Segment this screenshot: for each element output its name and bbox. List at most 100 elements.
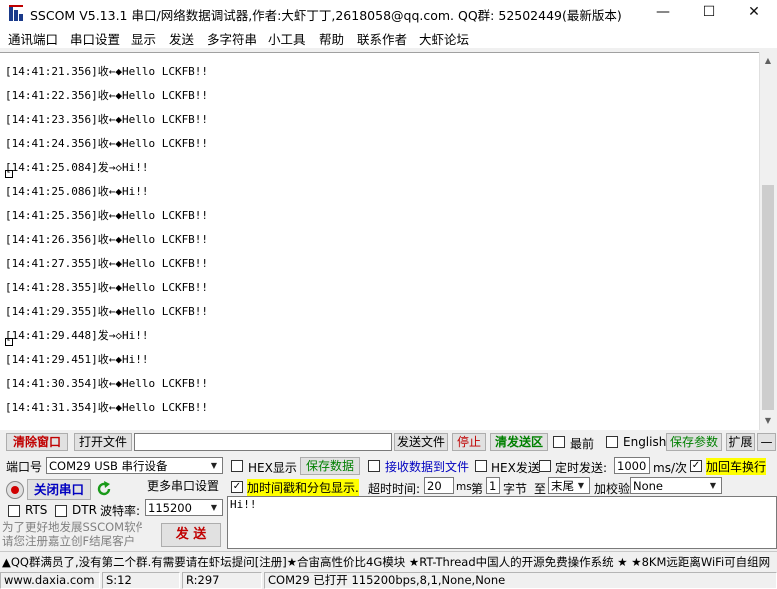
title-bar[interactable]: SSCOM V5.13.1 串口/网络数据调试器,作者:大虾丁丁,2618058… <box>0 0 777 26</box>
add-crlf-label: 加回车换行 <box>706 458 767 475</box>
checksum-select[interactable]: None ▼ <box>630 477 722 494</box>
byte-prefix-label: 第 <box>471 482 484 496</box>
baud-label: 波特率: <box>100 504 141 518</box>
menu-contact-author[interactable]: 联系作者 <box>357 29 407 48</box>
minimize-button[interactable]: — <box>640 0 686 26</box>
timed-send-checkbox[interactable] <box>539 460 551 472</box>
topmost-checkbox[interactable] <box>553 436 565 448</box>
register-promo[interactable]: 为了更好地发展SSCOM软件 请您注册嘉立创F结尾客户 <box>2 520 142 548</box>
timestamp-checkbox[interactable]: ✓ <box>231 481 243 493</box>
english-label: English <box>623 435 667 449</box>
maximize-button[interactable]: ☐ <box>686 0 732 26</box>
open-file-button[interactable]: 打开文件 <box>74 433 132 451</box>
send-text-input[interactable]: Hi!! <box>227 496 777 549</box>
dtr-label: DTR <box>72 503 97 517</box>
stop-button[interactable]: 停止 <box>452 433 486 451</box>
newline-box-icon <box>5 338 13 346</box>
timestamp-label: 加时间戳和分包显示. <box>247 479 359 496</box>
promo-line-1: 为了更好地发展SSCOM软件 <box>2 520 142 534</box>
port-select[interactable]: COM29 USB 串行设备 ▼ <box>46 457 223 474</box>
log-line: [14:41:22.356]收←◆Hello LCKFB!! <box>5 89 209 102</box>
received-count: R:297 <box>182 572 262 589</box>
chevron-down-icon: ▼ <box>210 503 218 512</box>
recv-to-file-label: 接收数据到文件 <box>385 460 470 474</box>
menu-tools[interactable]: 小工具 <box>268 29 306 48</box>
chevron-down-icon: ▼ <box>709 481 717 490</box>
timed-interval-input[interactable]: 1000 <box>614 457 650 474</box>
timeout-input[interactable]: 20 <box>424 477 454 494</box>
close-window-button[interactable]: ✕ <box>731 0 777 26</box>
hex-display-checkbox[interactable] <box>231 460 243 472</box>
send-file-button[interactable]: 发送文件 <box>394 433 448 451</box>
promo-line-2: 请您注册嘉立创F结尾客户 <box>2 534 136 548</box>
window-title: SSCOM V5.13.1 串口/网络数据调试器,作者:大虾丁丁,2618058… <box>30 8 622 23</box>
log-line: [14:41:25.084]发→◇Hi!! <box>5 161 149 174</box>
log-line: [14:41:21.356]收←◆Hello LCKFB!! <box>5 65 209 78</box>
log-line: [14:41:25.086]收←◆Hi!! <box>5 185 149 198</box>
port-status-indicator <box>6 481 24 499</box>
more-serial-settings-button[interactable]: 更多串口设置 <box>144 477 222 495</box>
end-select[interactable]: 末尾 ▼ <box>548 477 590 494</box>
to-label: 至 <box>534 482 547 496</box>
checksum-value: None <box>633 479 664 493</box>
byte-label: 字节 <box>503 482 528 496</box>
timeout-unit-label: ms <box>456 481 472 493</box>
receive-log[interactable]: [14:41:21.356]收←◆Hello LCKFB!! [14:41:22.… <box>0 52 759 430</box>
chevron-down-icon: ▼ <box>577 481 585 490</box>
timeout-label: 超时时间: <box>368 482 421 496</box>
save-params-button[interactable]: 保存参数 <box>666 433 722 451</box>
log-line: [14:41:29.448]发→◇Hi!! <box>5 329 149 342</box>
scroll-up-icon[interactable]: ▲ <box>759 56 777 65</box>
menu-display[interactable]: 显示 <box>131 29 156 48</box>
collapse-button[interactable]: — <box>757 433 776 451</box>
menu-forum[interactable]: 大虾论坛 <box>419 29 469 48</box>
red-dot-icon <box>11 486 19 494</box>
topmost-label: 最前 <box>570 437 595 451</box>
log-line: [14:41:26.356]收←◆Hello LCKFB!! <box>5 233 209 246</box>
log-line: [14:41:25.356]收←◆Hello LCKFB!! <box>5 209 209 222</box>
rts-checkbox[interactable] <box>8 505 20 517</box>
website-link[interactable]: www.daxia.com <box>0 572 100 589</box>
menu-comm-port[interactable]: 通讯端口 <box>8 29 58 48</box>
hex-send-checkbox[interactable] <box>475 460 487 472</box>
sent-count: S:12 <box>102 572 180 589</box>
news-ticker[interactable]: ▲QQ群满员了,没有第二个群.有需要请在虾坛提问[注册]★合宙高性价比4G模块 … <box>0 551 777 569</box>
menu-bar: 通讯端口 串口设置 显示 发送 多字符串 小工具 帮助 联系作者 大虾论坛 <box>0 26 777 48</box>
chevron-down-icon: ▼ <box>210 461 218 470</box>
clear-send-button[interactable]: 清发送区 <box>490 433 548 451</box>
baud-value: 115200 <box>148 501 192 515</box>
baud-select[interactable]: 115200 ▼ <box>145 499 223 516</box>
byte-index-input[interactable]: 1 <box>486 477 500 494</box>
menu-help[interactable]: 帮助 <box>319 29 344 48</box>
scroll-down-icon[interactable]: ▼ <box>759 416 777 425</box>
menu-serial-settings[interactable]: 串口设置 <box>70 29 120 48</box>
menu-multi-string[interactable]: 多字符串 <box>207 29 257 48</box>
clear-window-button[interactable]: 清除窗口 <box>6 433 68 451</box>
log-line: [14:41:27.355]收←◆Hello LCKFB!! <box>5 257 209 270</box>
file-path-input[interactable] <box>134 433 392 451</box>
recv-to-file-checkbox[interactable] <box>368 460 380 472</box>
hex-display-label: HEX显示 <box>248 461 297 475</box>
log-line: [14:41:23.356]收←◆Hello LCKFB!! <box>5 113 209 126</box>
send-button[interactable]: 发 送 <box>161 523 221 547</box>
english-checkbox[interactable] <box>606 436 618 448</box>
scrollbar-thumb[interactable] <box>762 185 774 410</box>
ticker-text: ▲QQ群满员了,没有第二个群.有需要请在虾坛提问[注册]★合宙高性价比4G模块 … <box>2 555 771 569</box>
log-line: [14:41:24.356]收←◆Hello LCKFB!! <box>5 137 209 150</box>
expand-button[interactable]: 扩展 <box>726 433 755 451</box>
menu-send[interactable]: 发送 <box>169 29 194 48</box>
log-line: [14:41:31.354]收←◆Hello LCKFB!! <box>5 401 209 414</box>
timed-unit-label: ms/次 <box>653 461 687 475</box>
log-line: [14:41:29.451]收←◆Hi!! <box>5 353 149 366</box>
refresh-icon[interactable] <box>96 481 112 497</box>
log-line: [14:41:29.355]收←◆Hello LCKFB!! <box>5 305 209 318</box>
log-line: [14:41:30.354]收←◆Hello LCKFB!! <box>5 377 209 390</box>
hex-send-label: HEX发送 <box>491 461 540 475</box>
close-port-button[interactable]: 关闭串口 <box>27 479 91 500</box>
checksum-label: 加校验 <box>594 482 631 496</box>
timed-send-label: 定时发送: <box>555 461 608 475</box>
rts-label: RTS <box>25 503 48 517</box>
add-crlf-checkbox[interactable]: ✓ <box>690 460 702 472</box>
save-data-button[interactable]: 保存数据 <box>300 457 360 475</box>
dtr-checkbox[interactable] <box>55 505 67 517</box>
